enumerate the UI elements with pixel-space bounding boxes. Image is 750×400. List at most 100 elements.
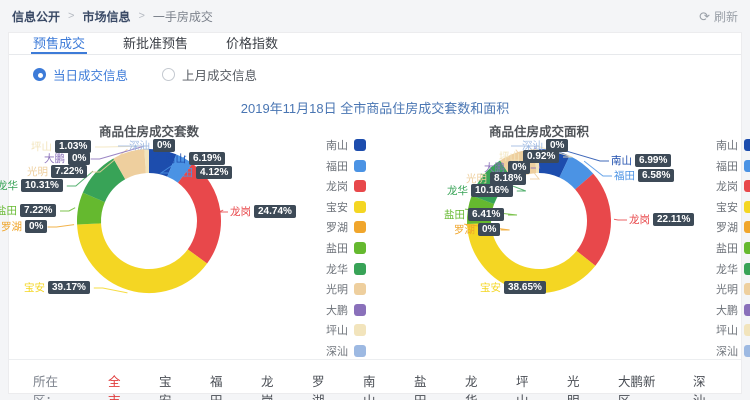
legend-item-南山[interactable]: 南山	[700, 137, 750, 153]
pie-label-district: 福田	[614, 168, 635, 183]
filter-option-罗湖[interactable]: 罗湖	[312, 371, 336, 400]
tab-new-approved-presale[interactable]: 新批准预售	[121, 33, 190, 54]
legend-color-chip	[744, 221, 750, 233]
legend-item-龙华[interactable]: 龙华	[310, 261, 366, 277]
legend-item-大鹏[interactable]: 大鹏	[700, 302, 750, 318]
refresh-button[interactable]: ⟳ 刷新	[699, 8, 738, 25]
pie-slice-光明[interactable]	[119, 161, 145, 169]
breadcrumb-item-new-home-deals: 一手房成交	[153, 8, 213, 25]
pie-label-district: 罗湖	[454, 222, 475, 237]
radio-last-month-deals[interactable]: 上月成交信息	[162, 65, 257, 84]
content-card: 预售成交 新批准预售 价格指数 当日成交信息 上月成交信息 2019年11月18…	[8, 32, 742, 394]
filter-option-光明[interactable]: 光明	[567, 371, 591, 400]
legend-color-chip	[744, 304, 750, 316]
legend-color-chip	[354, 304, 366, 316]
tab-presale-transactions[interactable]: 预售成交	[31, 33, 87, 54]
filter-option-龙岗[interactable]: 龙岗	[261, 371, 285, 400]
chart-legend-units: 南山福田龙岗宝安罗湖盐田龙华光明大鹏坪山深汕	[310, 137, 366, 359]
legend-item-龙岗[interactable]: 龙岗	[310, 178, 366, 194]
pie-label-district: 罗湖	[1, 219, 22, 234]
pie-slice-龙岗[interactable]	[584, 182, 599, 259]
legend-item-南山[interactable]: 南山	[310, 137, 366, 153]
legend-item-盐田[interactable]: 盐田	[310, 240, 366, 256]
legend-color-chip	[744, 263, 750, 275]
legend-item-光明[interactable]: 光明	[310, 281, 366, 297]
legend-color-chip	[354, 201, 366, 213]
legend-color-chip	[744, 324, 750, 336]
legend-color-chip	[354, 324, 366, 336]
pie-label-value: 10.31%	[21, 179, 63, 192]
filter-option-宝安[interactable]: 宝安	[159, 371, 183, 400]
pie-label-坪山: 坪山1.03%	[31, 140, 91, 153]
legend-color-chip	[744, 345, 750, 357]
pie-label-南山: 南山6.99%	[611, 154, 671, 167]
filter-option-盐田[interactable]: 盐田	[414, 371, 438, 400]
legend-label: 光明	[716, 281, 738, 297]
legend-label: 光明	[326, 281, 348, 297]
pie-label-罗湖: 罗湖0%	[454, 223, 500, 236]
legend-item-罗湖[interactable]: 罗湖	[310, 219, 366, 235]
legend-label: 大鹏	[716, 302, 738, 318]
legend-item-盐田[interactable]: 盐田	[700, 240, 750, 256]
legend-item-深汕[interactable]: 深汕	[700, 343, 750, 359]
pie-slice-盐田[interactable]	[89, 197, 94, 224]
legend-item-光明[interactable]: 光明	[700, 281, 750, 297]
legend-color-chip	[354, 283, 366, 295]
pie-label-value: 4.12%	[196, 166, 232, 179]
pie-label-district: 光明	[27, 164, 48, 179]
pie-label-value: 0%	[68, 152, 90, 165]
pie-label-value: 6.58%	[638, 169, 674, 182]
legend-label: 盐田	[716, 240, 738, 256]
pie-label-深汕: 深汕0%	[129, 139, 175, 152]
filter-option-坪山[interactable]: 坪山	[516, 371, 540, 400]
filter-option-龙华[interactable]: 龙华	[465, 371, 489, 400]
pie-label-district: 坪山	[31, 139, 52, 154]
legend-item-龙岗[interactable]: 龙岗	[700, 178, 750, 194]
donut-chart-area: 南山6.99%福田6.58%龙岗22.11%宝安38.65%罗湖0%盐田6.41…	[384, 139, 694, 321]
legend-color-chip	[354, 160, 366, 172]
tab-price-index[interactable]: 价格指数	[224, 33, 280, 54]
legend-item-罗湖[interactable]: 罗湖	[700, 219, 750, 235]
filter-option-南山[interactable]: 南山	[363, 371, 387, 400]
pie-label-value: 0%	[478, 223, 500, 236]
pie-label-value: 6.99%	[635, 154, 671, 167]
legend-item-坪山[interactable]: 坪山	[700, 322, 750, 338]
legend-color-chip	[744, 201, 750, 213]
filter-option-深汕[interactable]: 深汕	[693, 371, 717, 400]
pie-label-district: 盐田	[0, 203, 17, 218]
pie-label-district: 坪山	[499, 149, 520, 164]
legend-item-福田[interactable]: 福田	[310, 158, 366, 174]
legend-label: 坪山	[326, 322, 348, 338]
pie-label-district: 龙岗	[230, 204, 251, 219]
pie-slice-龙岗[interactable]	[185, 173, 209, 256]
radio-today-deals[interactable]: 当日成交信息	[33, 65, 128, 84]
pie-label-宝安: 宝安38.65%	[480, 281, 546, 294]
legend-item-龙华[interactable]: 龙华	[700, 261, 750, 277]
pie-label-leader-line	[60, 208, 75, 211]
pie-label-深汕: 深汕0%	[522, 139, 568, 152]
legend-color-chip	[354, 180, 366, 192]
legend-item-宝安[interactable]: 宝安	[700, 199, 750, 215]
legend-label: 福田	[326, 158, 348, 174]
legend-color-chip	[744, 242, 750, 254]
legend-label: 宝安	[716, 199, 738, 215]
breadcrumb-item-market-info[interactable]: 市场信息	[82, 8, 130, 25]
legend-item-坪山[interactable]: 坪山	[310, 322, 366, 338]
radio-unselected-icon	[162, 68, 175, 81]
legend-item-宝安[interactable]: 宝安	[310, 199, 366, 215]
pie-slice-宝安[interactable]	[89, 224, 197, 281]
filter-option-福田[interactable]: 福田	[210, 371, 234, 400]
legend-item-大鹏[interactable]: 大鹏	[310, 302, 366, 318]
pie-label-宝安: 宝安39.17%	[24, 281, 90, 294]
legend-label: 龙岗	[326, 178, 348, 194]
pie-slice-龙华[interactable]	[94, 169, 119, 197]
pie-slice-福田[interactable]	[565, 167, 585, 182]
breadcrumb-item-info-disclosure[interactable]: 信息公开	[12, 8, 60, 25]
legend-item-福田[interactable]: 福田	[700, 158, 750, 174]
pie-label-district: 南山	[165, 151, 186, 166]
pie-label-value: 38.65%	[504, 281, 546, 294]
filter-option-大鹏新区[interactable]: 大鹏新区	[618, 371, 666, 400]
page-title: 2019年11月18日 全市商品住房成交套数和面积	[9, 90, 741, 119]
filter-option-全市[interactable]: 全市	[108, 371, 132, 400]
legend-item-深汕[interactable]: 深汕	[310, 343, 366, 359]
